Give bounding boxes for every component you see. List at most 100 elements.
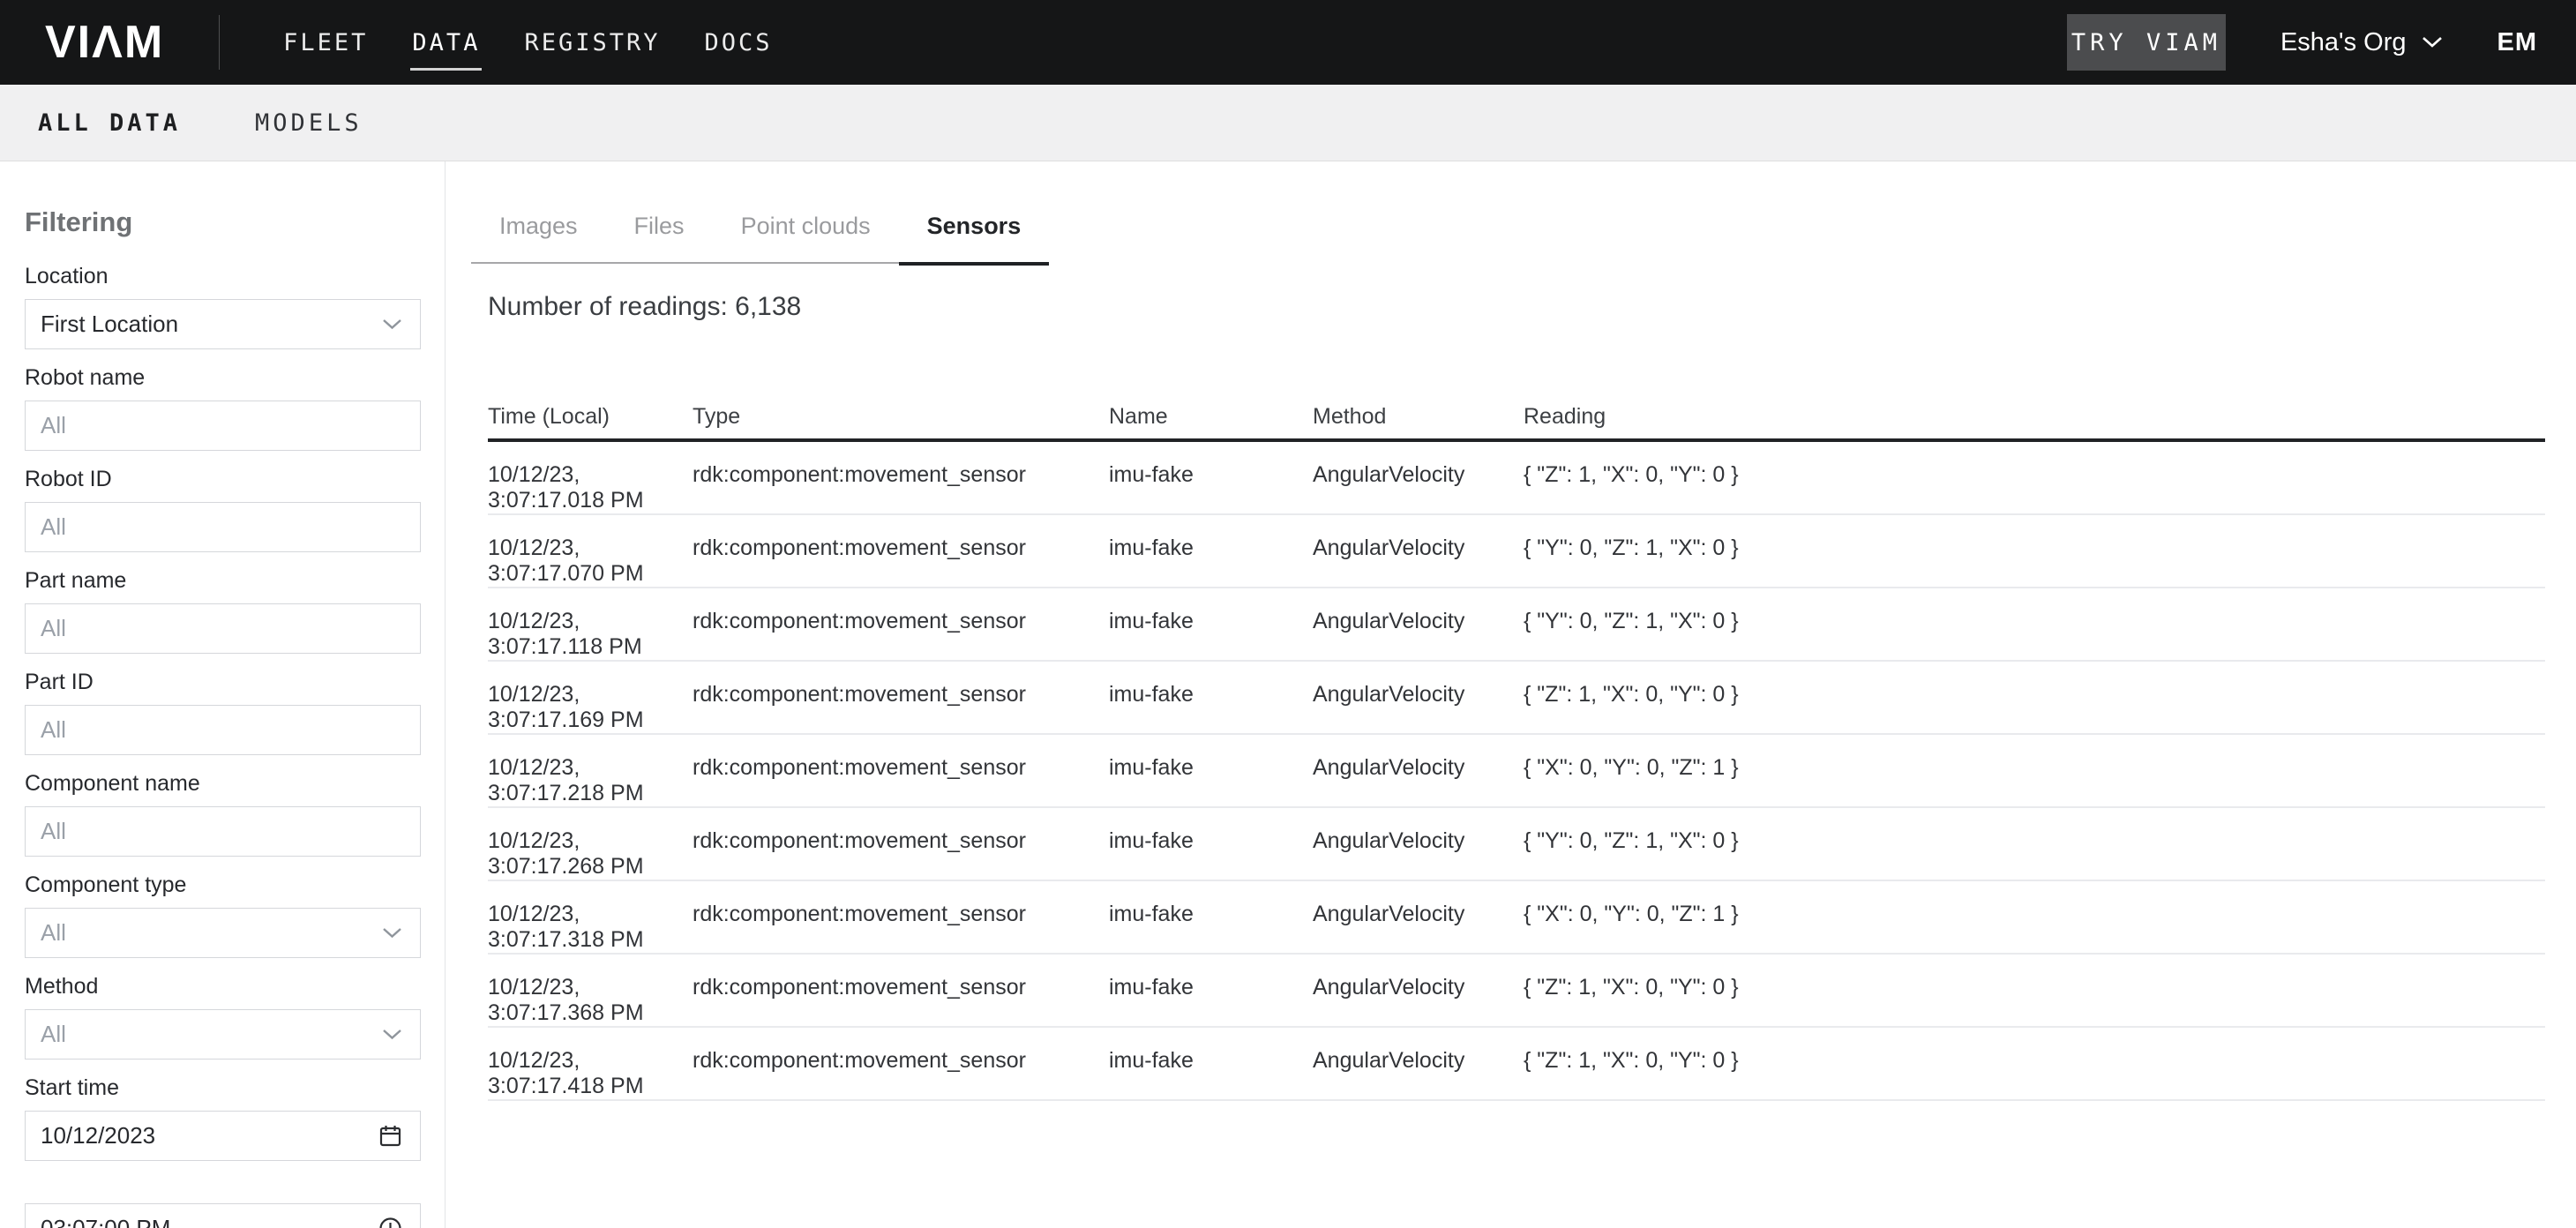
header-divider xyxy=(219,15,220,70)
cell-time: 10/12/23,3:07:17.268 PM xyxy=(488,807,693,880)
table-row[interactable]: 10/12/23,3:07:17.070 PM rdk:component:mo… xyxy=(488,514,2545,588)
cell-type: rdk:component:movement_sensor xyxy=(693,514,1109,588)
tab-images[interactable]: Images xyxy=(471,211,606,264)
cell-type: rdk:component:movement_sensor xyxy=(693,734,1109,807)
chevron-down-icon xyxy=(382,927,402,939)
cell-name: imu-fake xyxy=(1109,514,1313,588)
location-select[interactable]: First Location xyxy=(25,299,421,349)
column-header-type: Type xyxy=(693,403,1109,440)
cell-time: 10/12/23,3:07:17.070 PM xyxy=(488,514,693,588)
component-name-input[interactable]: All xyxy=(25,806,421,857)
robot-id-input[interactable]: All xyxy=(25,502,421,552)
nav-item-fleet[interactable]: FLEET xyxy=(283,29,368,56)
subnav-item-all-data[interactable]: ALL DATA xyxy=(38,109,181,137)
filter-part-id: Part ID All xyxy=(25,669,421,755)
cell-name: imu-fake xyxy=(1109,807,1313,880)
filter-robot-name: Robot name All xyxy=(25,364,421,451)
filter-label: Start time xyxy=(25,1074,421,1102)
input-placeholder: All xyxy=(41,513,66,541)
select-value: All xyxy=(41,919,66,947)
filter-robot-id: Robot ID All xyxy=(25,466,421,552)
viam-logo[interactable]: VIΛM xyxy=(45,0,164,85)
cell-time: 10/12/23,3:07:17.368 PM xyxy=(488,954,693,1027)
column-header-method: Method xyxy=(1313,403,1524,440)
data-main-panel: Images Files Point clouds Sensors Number… xyxy=(446,161,2576,1228)
cell-name: imu-fake xyxy=(1109,954,1313,1027)
select-value: All xyxy=(41,1021,66,1048)
chevron-down-icon xyxy=(382,318,402,330)
time-value: 03:07:00 PM xyxy=(41,1215,170,1228)
cell-time: 10/12/23,3:07:17.218 PM xyxy=(488,734,693,807)
cell-method: AngularVelocity xyxy=(1313,880,1524,954)
column-header-time: Time (Local) xyxy=(488,403,693,440)
component-type-select[interactable]: All xyxy=(25,908,421,958)
input-placeholder: All xyxy=(41,615,66,642)
filter-label: Part ID xyxy=(25,669,421,696)
cell-name: imu-fake xyxy=(1109,880,1313,954)
tab-files[interactable]: Files xyxy=(606,211,713,264)
cell-name: imu-fake xyxy=(1109,661,1313,734)
filter-component-name: Component name All xyxy=(25,770,421,857)
cell-reading: { "Y": 0, "Z": 1, "X": 0 } xyxy=(1524,514,2545,588)
part-name-input[interactable]: All xyxy=(25,603,421,654)
input-placeholder: All xyxy=(41,412,66,439)
table-row[interactable]: 10/12/23,3:07:17.268 PM rdk:component:mo… xyxy=(488,807,2545,880)
cell-method: AngularVelocity xyxy=(1313,440,1524,514)
cell-reading: { "Y": 0, "Z": 1, "X": 0 } xyxy=(1524,588,2545,661)
filter-label: Component type xyxy=(25,872,421,899)
calendar-icon[interactable] xyxy=(378,1124,402,1148)
cell-name: imu-fake xyxy=(1109,734,1313,807)
readings-count: Number of readings: 6,138 xyxy=(488,290,2545,324)
robot-name-input[interactable]: All xyxy=(25,401,421,451)
table-row[interactable]: 10/12/23,3:07:17.368 PM rdk:component:mo… xyxy=(488,954,2545,1027)
filter-part-name: Part name All xyxy=(25,567,421,654)
table-row[interactable]: 10/12/23,3:07:17.318 PM rdk:component:mo… xyxy=(488,880,2545,954)
start-time-time-input[interactable]: 03:07:00 PM xyxy=(25,1203,421,1228)
try-viam-button[interactable]: TRY VIAM xyxy=(2067,14,2226,71)
cell-type: rdk:component:movement_sensor xyxy=(693,588,1109,661)
date-value: 10/12/2023 xyxy=(41,1122,155,1149)
input-placeholder: All xyxy=(41,716,66,744)
table-row[interactable]: 10/12/23,3:07:17.418 PM rdk:component:mo… xyxy=(488,1027,2545,1100)
cell-name: imu-fake xyxy=(1109,588,1313,661)
cell-time: 10/12/23,3:07:17.018 PM xyxy=(488,440,693,514)
chevron-down-icon xyxy=(382,1029,402,1040)
filter-label: Part name xyxy=(25,567,421,595)
org-switcher[interactable]: Esha's Org xyxy=(2280,28,2443,57)
cell-method: AngularVelocity xyxy=(1313,514,1524,588)
tab-point-clouds[interactable]: Point clouds xyxy=(713,211,899,264)
cell-type: rdk:component:movement_sensor xyxy=(693,1027,1109,1100)
cell-reading: { "Z": 1, "X": 0, "Y": 0 } xyxy=(1524,1027,2545,1100)
filter-label: Component name xyxy=(25,770,421,797)
part-id-input[interactable]: All xyxy=(25,705,421,755)
nav-item-data[interactable]: DATA xyxy=(412,29,480,56)
cell-time: 10/12/23,3:07:17.118 PM xyxy=(488,588,693,661)
start-date-input[interactable]: 10/12/2023 xyxy=(25,1111,421,1161)
cell-method: AngularVelocity xyxy=(1313,807,1524,880)
tab-sensors[interactable]: Sensors xyxy=(899,211,1050,266)
nav-item-registry[interactable]: REGISTRY xyxy=(524,29,660,56)
subnav-item-models[interactable]: MODELS xyxy=(255,109,363,137)
cell-type: rdk:component:movement_sensor xyxy=(693,661,1109,734)
table-header-row: Time (Local) Type Name Method Reading xyxy=(488,403,2545,440)
cell-reading: { "X": 0, "Y": 0, "Z": 1 } xyxy=(1524,734,2545,807)
column-header-reading: Reading xyxy=(1524,403,2545,440)
table-row[interactable]: 10/12/23,3:07:17.218 PM rdk:component:mo… xyxy=(488,734,2545,807)
column-header-name: Name xyxy=(1109,403,1313,440)
avatar[interactable]: EM xyxy=(2497,28,2538,57)
sidebar-title: Filtering xyxy=(25,206,421,239)
table-row[interactable]: 10/12/23,3:07:17.018 PM rdk:component:mo… xyxy=(488,440,2545,514)
table-row[interactable]: 10/12/23,3:07:17.118 PM rdk:component:mo… xyxy=(488,588,2545,661)
cell-method: AngularVelocity xyxy=(1313,954,1524,1027)
cell-reading: { "Z": 1, "X": 0, "Y": 0 } xyxy=(1524,661,2545,734)
cell-time: 10/12/23,3:07:17.318 PM xyxy=(488,880,693,954)
filter-location: Location First Location xyxy=(25,263,421,349)
nav-item-docs[interactable]: DOCS xyxy=(705,29,773,56)
table-row[interactable]: 10/12/23,3:07:17.169 PM rdk:component:mo… xyxy=(488,661,2545,734)
cell-name: imu-fake xyxy=(1109,440,1313,514)
filter-method: Method All xyxy=(25,973,421,1060)
clock-icon[interactable] xyxy=(378,1217,402,1228)
cell-time: 10/12/23,3:07:17.418 PM xyxy=(488,1027,693,1100)
cell-time: 10/12/23,3:07:17.169 PM xyxy=(488,661,693,734)
method-select[interactable]: All xyxy=(25,1009,421,1060)
